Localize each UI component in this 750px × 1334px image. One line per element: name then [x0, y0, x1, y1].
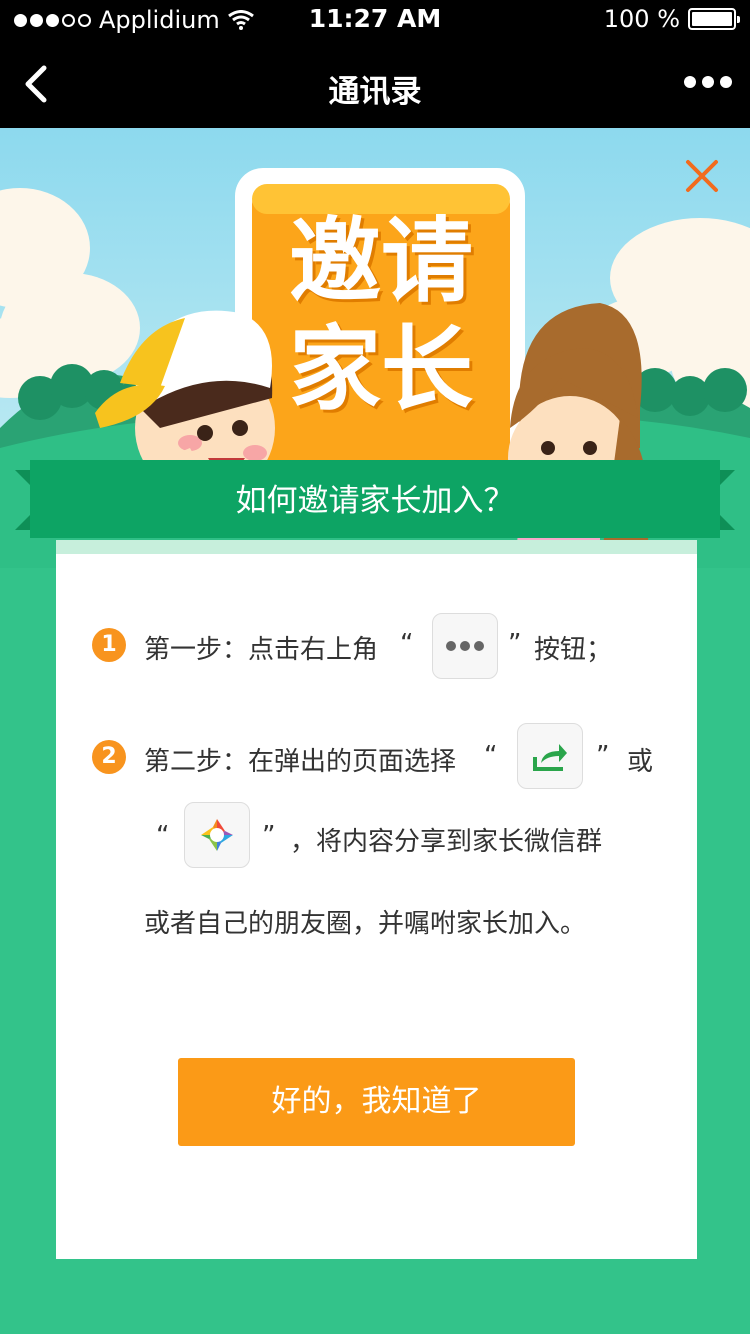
ribbon-title: 如何邀请家长加入？ [235, 483, 515, 519]
step2-number-badge: 2 [92, 740, 126, 774]
step2-line2: ，将内容分享到家长微信群 [290, 827, 603, 857]
close-quote: ” [508, 629, 522, 659]
battery-percent: 100 % [603, 5, 680, 33]
share-icon [517, 723, 583, 789]
open-quote: “ [484, 741, 498, 771]
step1-after: 按钮； [534, 635, 613, 665]
ok-button[interactable]: 好的，我知道了 [178, 1058, 575, 1146]
open-quote: “ [400, 629, 414, 659]
page-title: 通讯录 [328, 74, 422, 110]
step1-text: 第一步：点击右上角 [144, 635, 379, 665]
banner-title: 邀请 家长 [252, 208, 510, 424]
more-icon[interactable] [684, 76, 732, 88]
step2-or: 或 [627, 747, 654, 777]
banner-line2: 家长 [288, 316, 473, 423]
battery-icon [688, 8, 740, 30]
instruction-card: 1 第一步：点击右上角 “ ” 按钮； 2 第二步：在弹出的页面选择 “ ” 或… [56, 540, 697, 1259]
step1-number-badge: 1 [92, 628, 126, 662]
close-icon[interactable] [682, 156, 722, 196]
close-quote: ” [262, 821, 276, 851]
status-bar: Applidium 11:27 AM 100 % [0, 0, 750, 40]
more-dots-icon [432, 613, 498, 679]
banner-line1: 邀请 [288, 208, 473, 315]
battery-group: 100 % [603, 5, 740, 33]
close-quote: ” [596, 741, 610, 771]
open-quote: “ [156, 821, 170, 851]
nav-bar: 通讯录 [0, 40, 750, 128]
card-top-strip [56, 540, 697, 554]
moments-icon [184, 802, 250, 868]
step2-line3: 或者自己的朋友圈，并嘱咐家长加入。 [144, 909, 587, 939]
step2-text: 第二步：在弹出的页面选择 [144, 747, 457, 777]
